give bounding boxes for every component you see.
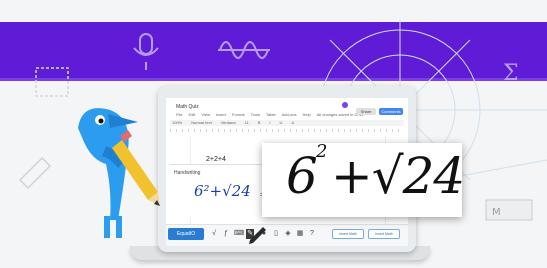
menu-edit[interactable]: Edit [188,112,195,117]
microphone-icon [133,33,159,70]
menu-tools[interactable]: Tools [251,112,260,117]
italic-button[interactable]: I [269,120,270,125]
menu-view[interactable]: View [201,112,210,117]
cube-icon[interactable]: ◈ [284,229,292,239]
mascot-bird-with-pencil [78,108,160,238]
sigma-icon: Σ [503,61,519,86]
sqrt-icon[interactable]: √ [210,229,218,239]
zoomed-exponent: 2 [316,141,328,162]
menu-insert[interactable]: Insert [216,112,226,117]
comments-button[interactable]: Comments [379,108,403,115]
help-icon[interactable]: ? [308,229,316,239]
toolbar-items: 100% Normal text Verdana 11 B I U A [172,120,294,125]
equatio-addon-icon[interactable] [342,102,348,108]
zoomed-base: 6 [286,147,318,205]
insert-math-button[interactable]: Insert Math [368,229,400,239]
scissors-icon [18,156,52,190]
pen-cursor-icon [249,227,266,244]
font-size-select[interactable]: 11 [245,120,249,125]
menu-addons[interactable]: Add-ons [282,112,297,117]
font-select[interactable]: Verdana [221,120,236,125]
handwriting-ink[interactable]: 6²+√24 [194,182,251,200]
ruler [170,129,404,132]
tablet-icon[interactable]: ▯ [272,229,280,239]
share-button[interactable]: Share [356,108,376,115]
keyboard-icon[interactable]: ⌨ [234,229,244,239]
menu-help[interactable]: Help [302,112,310,117]
zoomed-rest: +√24 [330,147,465,205]
zoomed-handwriting-text: 6 +√24 [286,147,465,205]
text-color-button[interactable]: A [291,120,294,125]
menu-bar: File Edit View Insert Format Tools Table… [176,112,364,117]
document-body-text[interactable]: 2+2+4 [206,156,226,163]
bold-button[interactable]: B [258,120,261,125]
svg-text:M: M [492,207,501,218]
insert-math-button-secondary[interactable]: Insert Math [332,229,364,239]
menu-table[interactable]: Table [266,112,276,117]
menu-format[interactable]: Format [232,112,245,117]
waveform-icon [218,41,270,59]
underline-button[interactable]: U [280,120,283,125]
fx-icon[interactable]: ƒ [222,229,230,239]
grid-icon[interactable]: ▦ [296,229,304,239]
style-select[interactable]: Normal text [191,120,211,125]
